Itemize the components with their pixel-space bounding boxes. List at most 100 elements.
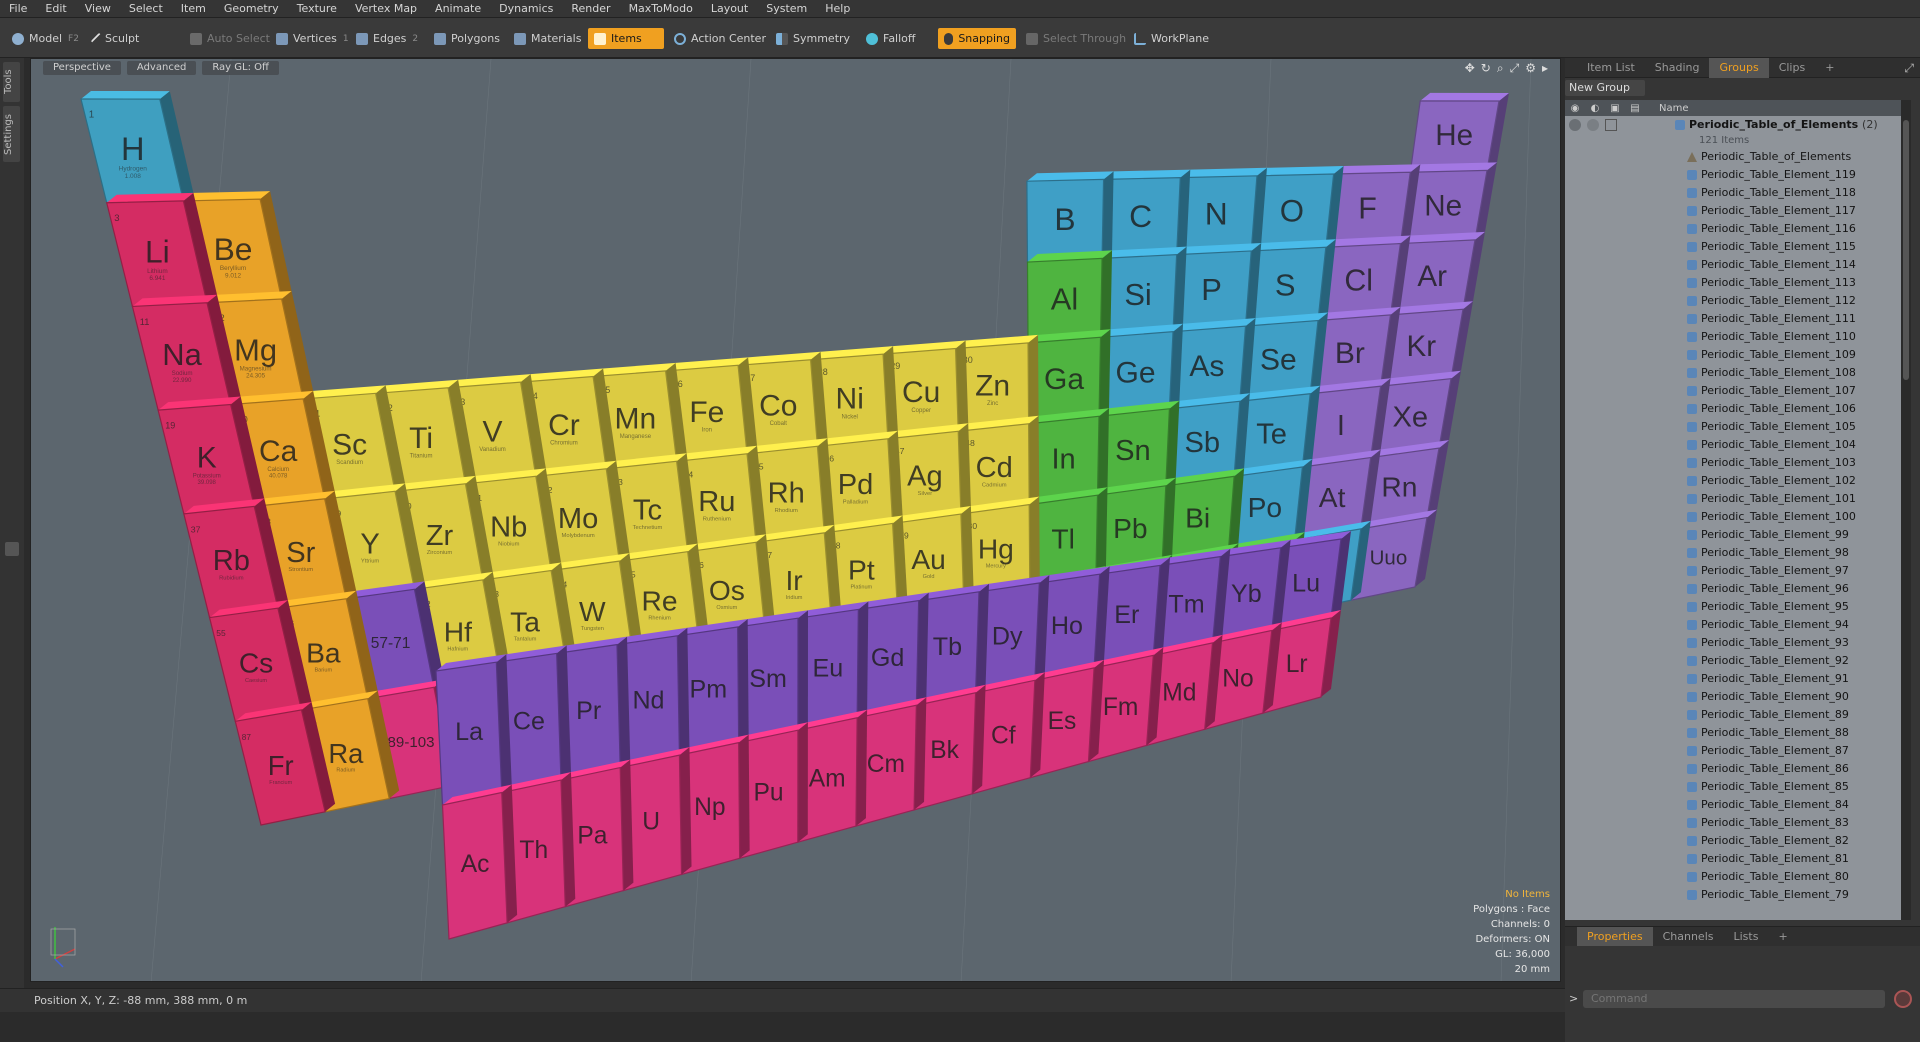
- render-column-icon[interactable]: ◐: [1585, 103, 1605, 114]
- tab-clips[interactable]: Clips: [1769, 58, 1816, 78]
- list-item[interactable]: Periodic_Table_Element_89: [1565, 706, 1901, 724]
- tab-channels[interactable]: Channels: [1653, 927, 1724, 947]
- tab-item-list[interactable]: Item List: [1577, 58, 1645, 78]
- name-column-header[interactable]: Name: [1659, 103, 1689, 114]
- new-group-button[interactable]: New Group: [1565, 80, 1645, 96]
- list-item[interactable]: Periodic_Table_Element_116: [1565, 220, 1901, 238]
- menu-item[interactable]: Item: [172, 0, 215, 18]
- element-tile-Zn[interactable]: Zn30Zinc: [954, 334, 1039, 432]
- command-input[interactable]: [1583, 990, 1885, 1008]
- tab-properties[interactable]: Properties: [1577, 926, 1653, 947]
- list-item[interactable]: Periodic_Table_Element_79: [1565, 886, 1901, 904]
- tab-shading[interactable]: Shading: [1645, 58, 1710, 78]
- add-tab-button[interactable]: +: [1815, 58, 1844, 78]
- vertices-button[interactable]: Vertices 1: [270, 28, 355, 49]
- list-item[interactable]: Periodic_Table_Element_99: [1565, 526, 1901, 544]
- list-item[interactable]: Periodic_Table_Element_91: [1565, 670, 1901, 688]
- element-tile-Ac[interactable]: Ac: [441, 784, 518, 940]
- element-tile-La[interactable]: La: [435, 654, 512, 806]
- rotate-icon[interactable]: ↻: [1481, 61, 1491, 76]
- auto-select-button[interactable]: Auto Select: [184, 28, 276, 49]
- list-item[interactable]: Periodic_Table_Element_114: [1565, 256, 1901, 274]
- menu-system[interactable]: System: [757, 0, 816, 18]
- group-row-locator[interactable]: Periodic_Table_of_Elements: [1565, 148, 1901, 166]
- element-tile-Am[interactable]: Am: [797, 709, 868, 843]
- 3d-viewport[interactable]: HeNeArKrXeRnUuoFClBrIAtUusOSSeTePoLvNPAs…: [30, 58, 1561, 982]
- scrollbar-thumb[interactable]: [1903, 120, 1909, 380]
- element-tile-B[interactable]: B: [1026, 171, 1114, 263]
- list-item[interactable]: Periodic_Table_Element_83: [1565, 814, 1901, 832]
- menu-vertex-map[interactable]: Vertex Map: [346, 0, 426, 18]
- element-tile-N[interactable]: N: [1176, 167, 1267, 256]
- group-row-root[interactable]: Periodic_Table_of_Elements (2): [1565, 116, 1901, 134]
- menu-help[interactable]: Help: [816, 0, 859, 18]
- list-item[interactable]: Periodic_Table_Element_108: [1565, 364, 1901, 382]
- snapping-button[interactable]: Snapping: [938, 28, 1016, 49]
- list-item[interactable]: Periodic_Table_Element_85: [1565, 778, 1901, 796]
- falloff-button[interactable]: Falloff: [860, 28, 921, 49]
- list-item[interactable]: Periodic_Table_Element_111: [1565, 310, 1901, 328]
- list-item[interactable]: Periodic_Table_Element_94: [1565, 616, 1901, 634]
- menu-dynamics[interactable]: Dynamics: [490, 0, 562, 18]
- list-item[interactable]: Periodic_Table_Element_100: [1565, 508, 1901, 526]
- list-item[interactable]: Periodic_Table_Element_101: [1565, 490, 1901, 508]
- menu-view[interactable]: View: [76, 0, 120, 18]
- list-item[interactable]: Periodic_Table_Element_113: [1565, 274, 1901, 292]
- list-item[interactable]: Periodic_Table_Element_82: [1565, 832, 1901, 850]
- maximize-icon[interactable]: ⤢: [1510, 61, 1520, 76]
- action-center-button[interactable]: Action Center: [668, 28, 772, 49]
- list-item[interactable]: Periodic_Table_Element_92: [1565, 652, 1901, 670]
- list-item[interactable]: Periodic_Table_Element_119: [1565, 166, 1901, 184]
- list-item[interactable]: Periodic_Table_Element_107: [1565, 382, 1901, 400]
- advanced-tab[interactable]: Advanced: [126, 61, 197, 75]
- edges-button[interactable]: Edges 2: [350, 28, 424, 49]
- sculpt-mode-button[interactable]: Sculpt: [88, 28, 145, 49]
- list-item[interactable]: Periodic_Table_Element_109: [1565, 346, 1901, 364]
- items-button[interactable]: Items: [588, 28, 664, 49]
- list-item[interactable]: Periodic_Table_Element_110: [1565, 328, 1901, 346]
- menu-render[interactable]: Render: [562, 0, 619, 18]
- record-icon[interactable]: [1894, 990, 1912, 1008]
- list-item[interactable]: Periodic_Table_Element_115: [1565, 238, 1901, 256]
- render-toggle-icon[interactable]: [1587, 119, 1599, 131]
- materials-button[interactable]: Materials: [508, 28, 587, 49]
- tab-groups[interactable]: Groups: [1709, 57, 1769, 78]
- play-icon[interactable]: ▸: [1542, 61, 1548, 76]
- element-tile-Si[interactable]: Si: [1099, 246, 1187, 338]
- menu-geometry[interactable]: Geometry: [215, 0, 288, 18]
- list-item[interactable]: Periodic_Table_Element_102: [1565, 472, 1901, 490]
- list-item[interactable]: Periodic_Table_Element_90: [1565, 688, 1901, 706]
- list-item[interactable]: Periodic_Table_Element_86: [1565, 760, 1901, 778]
- zoom-icon[interactable]: ⌕: [1497, 61, 1504, 76]
- polygons-button[interactable]: Polygons: [428, 28, 506, 49]
- menu-texture[interactable]: Texture: [288, 0, 346, 18]
- settings-tab[interactable]: Settings: [3, 106, 20, 162]
- gear-icon[interactable]: ⚙: [1525, 61, 1536, 76]
- raygl-tab[interactable]: Ray GL: Off: [202, 61, 279, 75]
- menu-layout[interactable]: Layout: [702, 0, 757, 18]
- select-column-icon[interactable]: ▤: [1625, 103, 1645, 114]
- list-item[interactable]: Periodic_Table_Element_103: [1565, 454, 1901, 472]
- list-item[interactable]: Periodic_Table_Element_95: [1565, 598, 1901, 616]
- list-item[interactable]: Periodic_Table_Element_96: [1565, 580, 1901, 598]
- list-item[interactable]: Periodic_Table_Element_84: [1565, 796, 1901, 814]
- element-tile-H[interactable]: H 1 Hydrogen1.008: [80, 91, 194, 204]
- perspective-tab[interactable]: Perspective: [43, 61, 121, 75]
- panel-toggle-icon[interactable]: [5, 542, 19, 556]
- list-item[interactable]: Periodic_Table_Element_98: [1565, 544, 1901, 562]
- list-item[interactable]: Periodic_Table_Element_117: [1565, 202, 1901, 220]
- list-item[interactable]: Periodic_Table_Element_88: [1565, 724, 1901, 742]
- list-item[interactable]: Periodic_Table_Element_118: [1565, 184, 1901, 202]
- tools-tab[interactable]: Tools: [3, 62, 20, 102]
- lock-toggle-icon[interactable]: [1605, 119, 1617, 131]
- panel-maximize-icon[interactable]: ⤢: [1904, 61, 1914, 76]
- list-item[interactable]: Periodic_Table_Element_112: [1565, 292, 1901, 310]
- model-mode-button[interactable]: Model F2: [6, 28, 85, 49]
- element-tile-Al[interactable]: Al: [1026, 250, 1113, 344]
- pan-icon[interactable]: ✥: [1465, 61, 1475, 76]
- element-tile-He[interactable]: He: [1409, 92, 1509, 173]
- list-item[interactable]: Periodic_Table_Element_97: [1565, 562, 1901, 580]
- add-bottom-tab-button[interactable]: +: [1768, 927, 1797, 947]
- menu-animate[interactable]: Animate: [426, 0, 490, 18]
- select-through-button[interactable]: Select Through: [1020, 28, 1132, 49]
